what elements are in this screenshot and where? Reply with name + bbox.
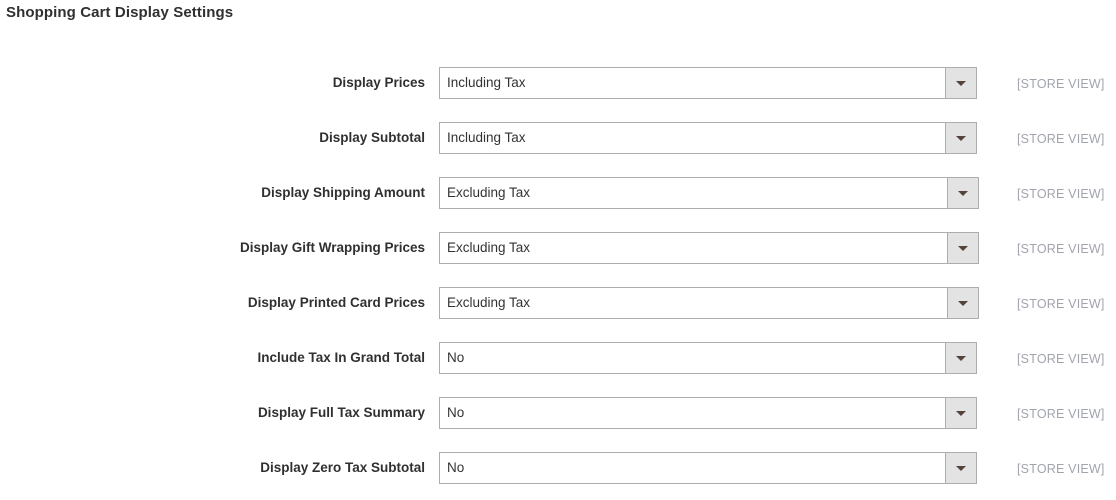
select-dropdown[interactable]: Including Tax bbox=[439, 67, 977, 99]
select-dropdown[interactable]: Excluding Tax bbox=[439, 287, 979, 319]
field-label: Display Shipping Amount bbox=[261, 185, 425, 200]
chevron-down-icon[interactable] bbox=[945, 343, 976, 373]
field-label: Display Prices bbox=[332, 75, 425, 90]
chevron-down-glyph bbox=[956, 411, 966, 416]
chevron-down-glyph bbox=[956, 466, 966, 471]
chevron-down-icon[interactable] bbox=[945, 123, 976, 153]
field-label: Display Full Tax Summary bbox=[257, 405, 425, 420]
scope-label: [STORE VIEW] bbox=[1017, 77, 1105, 91]
scope-label: [STORE VIEW] bbox=[1017, 242, 1105, 256]
scope-label: [STORE VIEW] bbox=[1017, 297, 1105, 311]
scope-label: [STORE VIEW] bbox=[1017, 187, 1105, 201]
chevron-down-icon[interactable] bbox=[947, 178, 978, 208]
settings-field-row: Display Prices Including Tax [STORE VIEW] bbox=[0, 67, 1116, 101]
page-title: Shopping Cart Display Settings bbox=[6, 4, 234, 21]
scope-label: [STORE VIEW] bbox=[1017, 407, 1105, 421]
scope-label: [STORE VIEW] bbox=[1017, 352, 1105, 366]
field-label: Display Zero Tax Subtotal bbox=[260, 460, 425, 475]
scope-label: [STORE VIEW] bbox=[1017, 462, 1105, 476]
field-label: Include Tax In Grand Total bbox=[257, 350, 425, 365]
select-selected-value: No bbox=[447, 405, 465, 420]
chevron-down-glyph bbox=[956, 81, 966, 86]
chevron-down-glyph bbox=[958, 246, 968, 251]
chevron-down-icon[interactable] bbox=[945, 68, 976, 98]
select-selected-value: Excluding Tax bbox=[447, 240, 531, 255]
settings-field-row: Display Zero Tax Subtotal No [STORE VIEW] bbox=[0, 452, 1116, 486]
chevron-down-icon[interactable] bbox=[945, 453, 976, 483]
select-dropdown[interactable]: Including Tax bbox=[439, 122, 977, 154]
chevron-down-icon[interactable] bbox=[947, 288, 978, 318]
select-selected-value: Excluding Tax bbox=[447, 295, 531, 310]
select-selected-value: No bbox=[447, 460, 465, 475]
settings-page: Shopping Cart Display Settings Display P… bbox=[0, 0, 1116, 500]
settings-field-row: Display Subtotal Including Tax [STORE VIEW… bbox=[0, 122, 1116, 156]
chevron-down-icon[interactable] bbox=[945, 398, 976, 428]
chevron-down-glyph bbox=[958, 301, 968, 306]
settings-field-row: Include Tax In Grand Total No [STORE VIEW] bbox=[0, 342, 1116, 376]
select-selected-value: Including Tax bbox=[447, 75, 526, 90]
select-dropdown[interactable]: No bbox=[439, 397, 977, 429]
chevron-down-icon[interactable] bbox=[947, 233, 978, 263]
select-selected-value: Excluding Tax bbox=[447, 185, 531, 200]
field-label: Display Printed Card Prices bbox=[247, 295, 425, 310]
settings-field-row: Display Full Tax Summary No [STORE VIEW] bbox=[0, 397, 1116, 431]
settings-field-row: Display Shipping Amount Excluding Tax [STO… bbox=[0, 177, 1116, 211]
select-dropdown[interactable]: Excluding Tax bbox=[439, 177, 979, 209]
settings-field-row: Display Gift Wrapping Prices Excluding Ta… bbox=[0, 232, 1116, 266]
chevron-down-glyph bbox=[958, 191, 968, 196]
field-label: Display Subtotal bbox=[319, 130, 425, 145]
select-dropdown[interactable]: No bbox=[439, 342, 977, 374]
field-label: Display Gift Wrapping Prices bbox=[239, 240, 425, 255]
select-selected-value: Including Tax bbox=[447, 130, 526, 145]
select-dropdown[interactable]: No bbox=[439, 452, 977, 484]
scope-label: [STORE VIEW] bbox=[1017, 132, 1105, 146]
select-selected-value: No bbox=[447, 350, 465, 365]
chevron-down-glyph bbox=[956, 356, 966, 361]
select-dropdown[interactable]: Excluding Tax bbox=[439, 232, 979, 264]
chevron-down-glyph bbox=[956, 136, 966, 141]
settings-field-row: Display Printed Card Prices Excluding Tax… bbox=[0, 287, 1116, 321]
